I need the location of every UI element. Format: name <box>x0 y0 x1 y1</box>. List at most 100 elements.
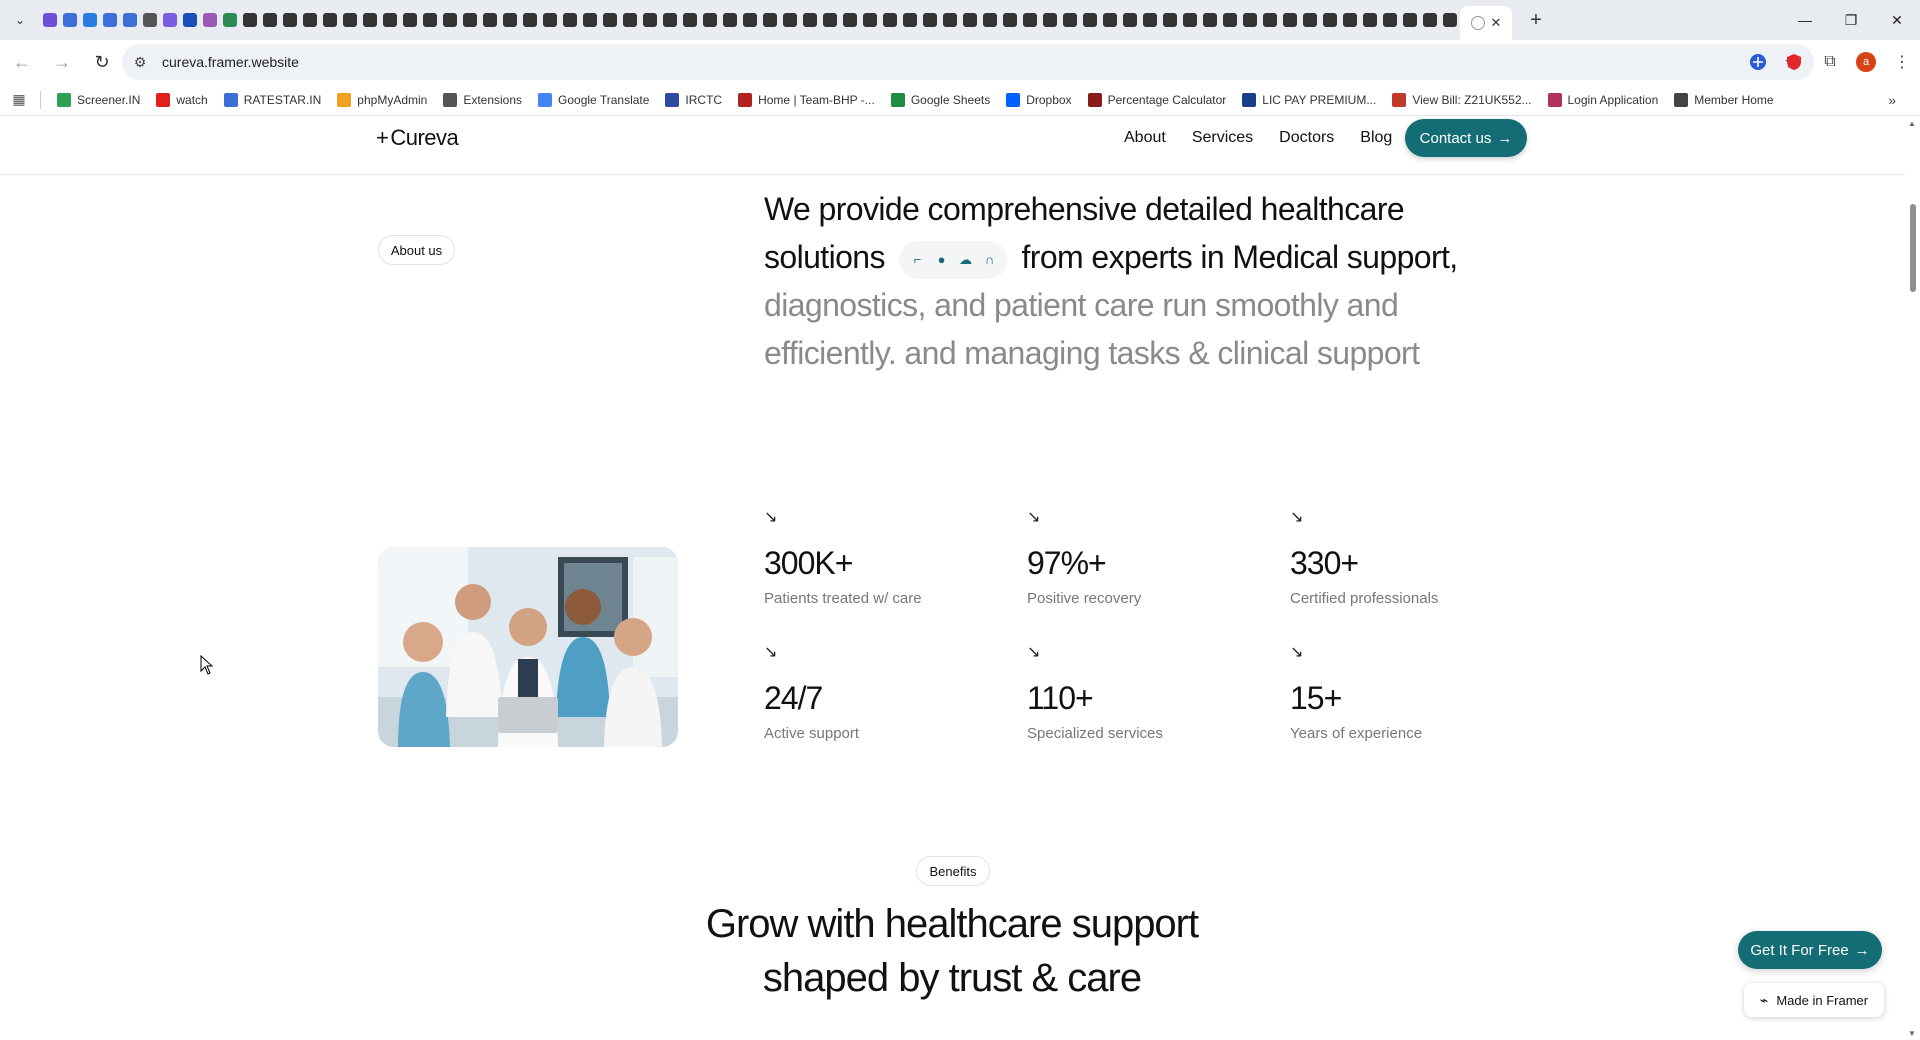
pinned-tab[interactable] <box>1280 0 1300 40</box>
pinned-tab[interactable] <box>1400 0 1420 40</box>
pinned-tab[interactable] <box>740 0 760 40</box>
scrollbar-thumb[interactable] <box>1910 204 1916 292</box>
more-bookmarks-chevron-icon[interactable]: » <box>1888 92 1896 108</box>
pinned-tab[interactable] <box>540 0 560 40</box>
pinned-tab[interactable] <box>200 0 220 40</box>
pinned-tab[interactable] <box>1000 0 1020 40</box>
pinned-tab[interactable] <box>240 0 260 40</box>
made-in-framer-badge[interactable]: ⌁ Made in Framer <box>1744 983 1884 1017</box>
pinned-tab[interactable] <box>400 0 420 40</box>
pinned-tab[interactable] <box>360 0 380 40</box>
bookmark-item[interactable]: Member Home <box>1666 86 1781 114</box>
pinned-tab[interactable] <box>340 0 360 40</box>
pinned-tab[interactable] <box>1340 0 1360 40</box>
pinned-tab[interactable] <box>640 0 660 40</box>
nav-about[interactable]: About <box>1124 129 1166 147</box>
extension-shield-icon[interactable] <box>1776 44 1812 80</box>
nav-services[interactable]: Services <box>1192 129 1253 147</box>
pinned-tab[interactable] <box>720 0 740 40</box>
pinned-tab[interactable] <box>80 0 100 40</box>
pinned-tab[interactable] <box>300 0 320 40</box>
contact-us-button[interactable]: Contact us → <box>1405 119 1527 157</box>
pinned-tab[interactable] <box>980 0 1000 40</box>
pinned-tab[interactable] <box>1060 0 1080 40</box>
pinned-tab[interactable] <box>220 0 240 40</box>
scroll-down-arrow-icon[interactable]: ▼ <box>1908 1029 1916 1038</box>
pinned-tab[interactable] <box>120 0 140 40</box>
url-text[interactable]: cureva.framer.website <box>162 54 299 70</box>
pinned-tab[interactable] <box>380 0 400 40</box>
pinned-tab[interactable] <box>160 0 180 40</box>
close-tab-icon[interactable]: ✕ <box>1491 15 1502 31</box>
pinned-tab[interactable] <box>1420 0 1440 40</box>
pinned-tab[interactable] <box>840 0 860 40</box>
extension-globe-icon[interactable] <box>1740 44 1776 80</box>
pinned-tab[interactable] <box>1220 0 1240 40</box>
active-tab[interactable]: ✕ <box>1460 6 1512 40</box>
nav-blog[interactable]: Blog <box>1360 129 1392 147</box>
pinned-tab[interactable] <box>940 0 960 40</box>
pinned-tab[interactable] <box>320 0 340 40</box>
pinned-tab[interactable] <box>960 0 980 40</box>
pinned-tab[interactable] <box>520 0 540 40</box>
pinned-tab[interactable] <box>1160 0 1180 40</box>
pinned-tab[interactable] <box>1180 0 1200 40</box>
nav-doctors[interactable]: Doctors <box>1279 129 1334 147</box>
pinned-tab[interactable] <box>460 0 480 40</box>
bookmark-item[interactable]: Dropbox <box>998 86 1079 114</box>
pinned-tab[interactable] <box>1100 0 1120 40</box>
back-button[interactable]: ← <box>4 44 40 80</box>
pinned-tab[interactable] <box>600 0 620 40</box>
pinned-tab[interactable] <box>660 0 680 40</box>
bookmark-item[interactable]: phpMyAdmin <box>329 86 435 114</box>
pinned-tab[interactable] <box>1120 0 1140 40</box>
pinned-tab[interactable] <box>900 0 920 40</box>
pinned-tab[interactable] <box>1440 0 1460 40</box>
extensions-puzzle-icon[interactable]: ⧉ <box>1812 44 1848 80</box>
pinned-tab[interactable] <box>1260 0 1280 40</box>
bookmark-item[interactable]: Percentage Calculator <box>1080 86 1235 114</box>
tab-search-button[interactable]: ⌄ <box>0 0 40 40</box>
reload-button[interactable]: ↻ <box>84 44 120 80</box>
bookmark-item[interactable]: Extensions <box>435 86 530 114</box>
page-scrollbar[interactable]: ▲ ▼ <box>1905 117 1920 1040</box>
new-tab-button[interactable]: + <box>1518 0 1554 40</box>
maximize-button[interactable]: ❐ <box>1828 0 1874 40</box>
minimize-button[interactable]: — <box>1782 0 1828 40</box>
pinned-tab[interactable] <box>760 0 780 40</box>
pinned-tab[interactable] <box>800 0 820 40</box>
bookmark-item[interactable]: IRCTC <box>657 86 730 114</box>
pinned-tab[interactable] <box>860 0 880 40</box>
pinned-tab[interactable] <box>1360 0 1380 40</box>
close-window-button[interactable]: ✕ <box>1874 0 1920 40</box>
pinned-tab[interactable] <box>140 0 160 40</box>
apps-grid-icon[interactable]: ▦ <box>0 91 38 108</box>
address-bar[interactable]: ⚙ cureva.framer.website ☆ <box>122 44 1814 80</box>
pinned-tab[interactable] <box>780 0 800 40</box>
pinned-tab[interactable] <box>580 0 600 40</box>
site-logo[interactable]: +Cureva <box>376 125 459 151</box>
menu-kebab-icon[interactable]: ⋮ <box>1884 44 1920 80</box>
pinned-tab[interactable] <box>1380 0 1400 40</box>
bookmark-item[interactable]: watch <box>148 86 215 114</box>
pinned-tab[interactable] <box>560 0 580 40</box>
pinned-tab[interactable] <box>420 0 440 40</box>
pinned-tab[interactable] <box>920 0 940 40</box>
pinned-tab[interactable] <box>500 0 520 40</box>
pinned-tab[interactable] <box>40 0 60 40</box>
profile-avatar[interactable]: a <box>1848 44 1884 80</box>
pinned-tab[interactable] <box>440 0 460 40</box>
get-it-for-free-button[interactable]: Get It For Free → <box>1738 931 1882 969</box>
bookmark-item[interactable]: Google Sheets <box>883 86 998 114</box>
bookmark-item[interactable]: View Bill: Z21UK552... <box>1384 86 1539 114</box>
bookmark-item[interactable]: Home | Team-BHP -... <box>730 86 883 114</box>
bookmark-item[interactable]: Google Translate <box>530 86 657 114</box>
bookmark-item[interactable]: LIC PAY PREMIUM... <box>1234 86 1384 114</box>
pinned-tab[interactable] <box>880 0 900 40</box>
pinned-tab[interactable] <box>260 0 280 40</box>
pinned-tab[interactable] <box>1320 0 1340 40</box>
pinned-tab[interactable] <box>680 0 700 40</box>
bookmark-item[interactable]: Screener.IN <box>49 86 148 114</box>
pinned-tab[interactable] <box>480 0 500 40</box>
pinned-tab[interactable] <box>700 0 720 40</box>
